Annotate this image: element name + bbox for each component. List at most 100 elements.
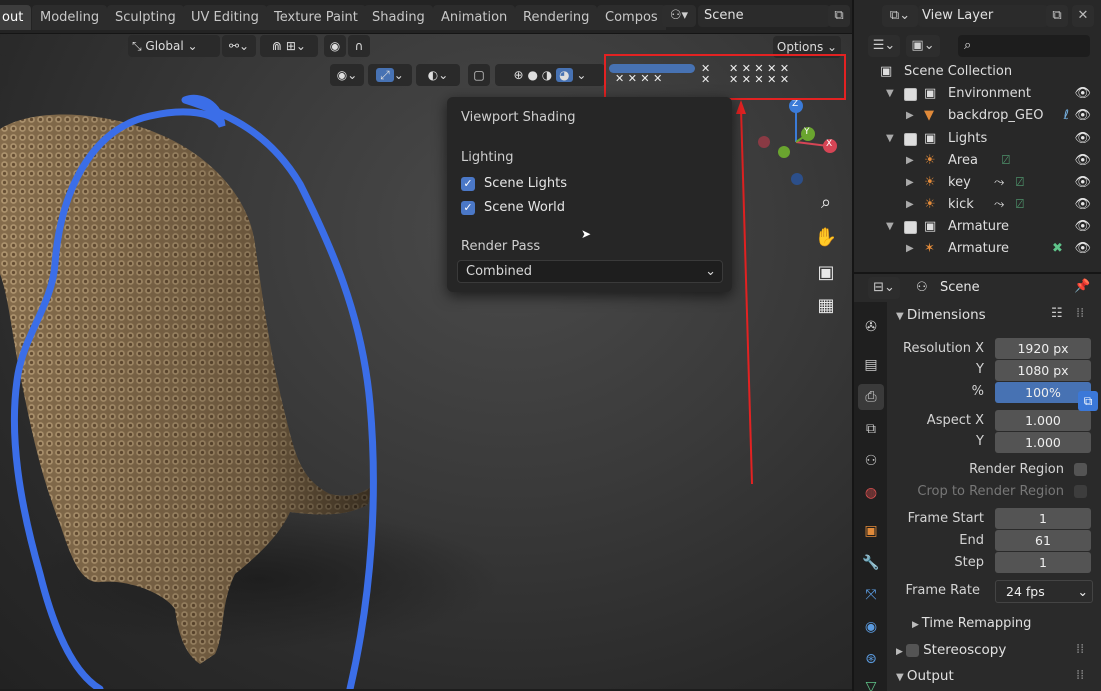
dimensions-section-header[interactable]: ▼ Dimensions	[896, 307, 986, 323]
scene-world-label[interactable]: Scene World	[484, 200, 565, 215]
outliner-row-kick[interactable]: ▶ ☀ kick ⤳ ⍁ 👁	[854, 194, 1101, 216]
tool-tab-icon[interactable]: ✇	[858, 314, 884, 340]
output-tab-icon[interactable]: ⎙	[858, 384, 884, 410]
tab-modeling[interactable]: Modeling	[32, 5, 108, 30]
view-layer-field[interactable]: View Layer	[918, 5, 1048, 27]
time-remapping-subpanel[interactable]: ▶ Time Remapping	[912, 616, 1031, 631]
eye-icon[interactable]: 👁	[1074, 172, 1091, 194]
tab-compositing[interactable]: Compos	[597, 5, 666, 30]
visibility-icon[interactable]: ◉⌄	[330, 64, 364, 86]
expand-arrow-icon[interactable]: ▶	[906, 105, 914, 127]
expand-arrow-icon[interactable]: ▶	[906, 172, 914, 194]
overlays-icon[interactable]: ◐⌄	[416, 64, 460, 86]
navigation-gizmo[interactable]: Z Y X	[758, 96, 848, 186]
outliner-row-armature-collection[interactable]: ▼ ▣ Armature 👁	[854, 216, 1101, 238]
gizmo-toggle-icon[interactable]: ⤢ ⌄	[368, 64, 412, 86]
eye-icon[interactable]: 👁	[1074, 83, 1091, 105]
shading-modes-group[interactable]: ⊕ ● ◑ ◕ ⌄	[495, 64, 605, 86]
delete-view-layer-icon[interactable]: ✕	[1072, 5, 1094, 27]
stereoscopy-checkbox[interactable]	[905, 643, 919, 657]
rendered-shading-icon[interactable]: ◕	[556, 68, 573, 82]
resolution-y-field[interactable]: 1080 px	[995, 360, 1091, 381]
falloff-icon[interactable]: ∩	[348, 35, 370, 57]
eye-icon[interactable]: 👁	[1074, 150, 1091, 172]
frame-rate-dropdown[interactable]: 24 fps ⌄	[995, 580, 1093, 603]
outliner-row-lights[interactable]: ▼ ▣ Lights 👁	[854, 128, 1101, 150]
pin-icon[interactable]: 📌	[1074, 279, 1090, 294]
drag-handle-icon[interactable]: ⁞⁞	[1076, 642, 1084, 657]
drag-handle-icon[interactable]: ⁞⁞	[1076, 306, 1084, 321]
pan-hand-icon[interactable]: ✋	[812, 224, 840, 252]
render-region-checkbox[interactable]	[1074, 463, 1087, 476]
expand-arrow-icon[interactable]: ▼	[886, 128, 894, 150]
modifier-tab-icon[interactable]: 🔧	[858, 550, 884, 576]
data-tab-icon[interactable]: ▽	[858, 674, 884, 691]
pivot-point-icon[interactable]: ⚯⌄	[222, 35, 256, 57]
outliner-row-scene-collection[interactable]: ▣ Scene Collection	[854, 61, 1101, 83]
material-shading-icon[interactable]: ◑	[542, 68, 552, 82]
scene-browse-icon[interactable]: ⚇▾	[662, 5, 696, 27]
proportional-edit-icon[interactable]: ◉	[324, 35, 346, 57]
filter-icon[interactable]: ▣⌄	[906, 35, 940, 57]
constraints-tab-icon[interactable]: ⊛	[858, 646, 884, 672]
crop-render-region-checkbox[interactable]	[1074, 485, 1087, 498]
transform-orientation-dropdown[interactable]: ⤡ Global ⌄	[128, 35, 220, 57]
render-tab-icon[interactable]: ▤	[858, 352, 884, 378]
output-section-header[interactable]: ▼ Output	[896, 668, 954, 684]
outliner-row-environment[interactable]: ▼ ▣ Environment 👁	[854, 83, 1101, 105]
scene-world-checkbox[interactable]: ✓	[461, 201, 475, 215]
expand-arrow-icon[interactable]: ▶	[906, 150, 914, 172]
zoom-icon[interactable]: ⌕	[812, 189, 840, 217]
outliner-row-armature-object[interactable]: ▶ ✶ Armature ✖ 👁	[854, 238, 1101, 260]
tab-animation[interactable]: Animation	[433, 5, 516, 30]
object-tab-icon[interactable]: ▣	[858, 518, 884, 544]
eye-icon[interactable]: 👁	[1074, 128, 1091, 150]
eye-icon[interactable]: 👁	[1074, 238, 1091, 260]
render-pass-dropdown[interactable]: Combined ⌄	[457, 260, 723, 283]
expand-arrow-icon[interactable]: ▼	[886, 83, 894, 105]
scene-lights-label[interactable]: Scene Lights	[484, 176, 567, 191]
tab-rendering[interactable]: Rendering	[515, 5, 598, 30]
tab-shading[interactable]: Shading	[364, 5, 433, 30]
eye-icon[interactable]: 👁	[1074, 216, 1091, 238]
outliner-row-backdrop-geo[interactable]: ▶ ▼ backdrop_GEO ℓ 👁	[854, 105, 1101, 127]
outliner-search-input[interactable]: ⌕	[958, 35, 1090, 57]
frame-step-field[interactable]: 1	[995, 552, 1091, 573]
view-layer-tab-icon[interactable]: ⧉	[858, 416, 884, 442]
new-scene-icon[interactable]: ⧉	[828, 5, 850, 27]
scene-tab-icon[interactable]: ⚇	[858, 448, 884, 474]
expand-arrow-icon[interactable]: ▶	[906, 238, 914, 260]
aspect-y-field[interactable]: 1.000	[995, 432, 1091, 453]
expand-arrow-icon[interactable]: ▶	[906, 194, 914, 216]
eye-icon[interactable]: 👁	[1074, 105, 1091, 127]
tab-uv-editing[interactable]: UV Editing	[183, 5, 267, 30]
frame-end-field[interactable]: 61	[995, 530, 1091, 551]
particles-tab-icon[interactable]: ⤧	[858, 582, 884, 608]
outliner-row-area[interactable]: ▶ ☀ Area ⍁ 👁	[854, 150, 1101, 172]
xray-icon[interactable]: ▢	[468, 64, 490, 86]
frame-start-field[interactable]: 1	[995, 508, 1091, 529]
expand-arrow-icon[interactable]: ▼	[886, 216, 894, 238]
scene-name-field[interactable]: Scene	[698, 5, 830, 27]
ortho-grid-icon[interactable]: ▦	[812, 292, 840, 320]
wireframe-shading-icon[interactable]: ⊕	[514, 68, 524, 82]
world-tab-icon[interactable]: ◍	[858, 480, 884, 506]
editor-type-icon[interactable]: ⊟⌄	[868, 277, 900, 299]
display-mode-icon[interactable]: ☰⌄	[868, 35, 900, 57]
presets-list-icon[interactable]: ☷	[1051, 306, 1063, 321]
scene-lights-checkbox[interactable]: ✓	[461, 177, 475, 191]
solid-shading-icon[interactable]: ●	[527, 68, 537, 82]
new-view-layer-icon[interactable]: ⧉	[1046, 5, 1068, 27]
tab-sculpting[interactable]: Sculpting	[107, 5, 184, 30]
tab-layout[interactable]: out	[0, 5, 32, 30]
collection-checkbox[interactable]	[904, 88, 917, 101]
physics-tab-icon[interactable]: ◉	[858, 614, 884, 640]
resolution-x-field[interactable]: 1920 px	[995, 338, 1091, 359]
snap-icon[interactable]: ⋒ ⊞⌄	[260, 35, 318, 57]
shading-popover-chevron-icon[interactable]: ⌄	[576, 68, 586, 82]
resolution-percent-slider[interactable]: 100%	[995, 382, 1091, 403]
eye-icon[interactable]: 👁	[1074, 194, 1091, 216]
camera-view-icon[interactable]: ▣	[812, 259, 840, 287]
aspect-x-field[interactable]: 1.000	[995, 410, 1091, 431]
tab-texture-paint[interactable]: Texture Paint	[266, 5, 366, 30]
